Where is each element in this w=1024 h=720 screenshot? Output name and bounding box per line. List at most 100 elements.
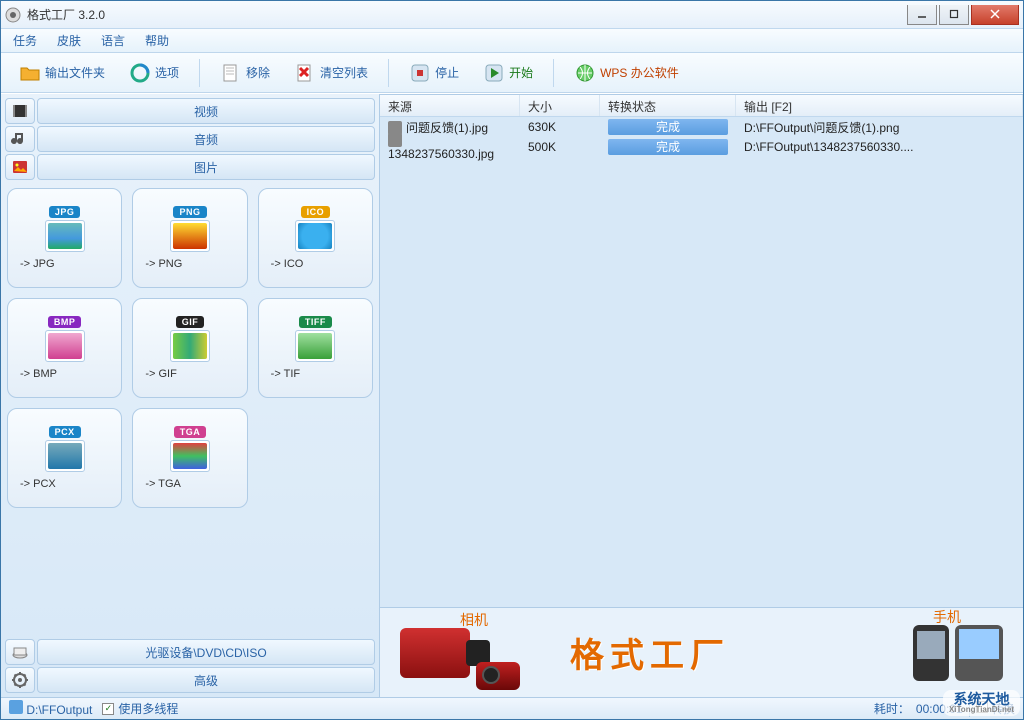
category-advanced[interactable]: 高级 bbox=[37, 667, 375, 693]
format-tile-png[interactable]: PNG -> PNG bbox=[132, 188, 247, 288]
format-label: -> GIF bbox=[137, 368, 242, 380]
format-tile-gif[interactable]: GIF -> GIF bbox=[132, 298, 247, 398]
format-tile-tga[interactable]: TGA -> TGA bbox=[132, 408, 247, 508]
format-tile-bmp[interactable]: BMP-> BMP bbox=[7, 298, 122, 398]
image-category-icon bbox=[5, 154, 35, 180]
cell-output: D:\FFOutput\问题反馈(1).png bbox=[736, 117, 1023, 139]
format-thumb bbox=[170, 330, 210, 362]
toolbar-separator bbox=[199, 59, 200, 87]
banner: 相机 格式工厂 手机 bbox=[380, 607, 1023, 697]
start-button[interactable]: 开始 bbox=[475, 59, 541, 87]
clear-list-button[interactable]: 清空列表 bbox=[286, 59, 376, 87]
file-icon bbox=[388, 133, 402, 147]
menubar: 任务 皮肤 语言 帮助 bbox=[1, 29, 1023, 53]
maximize-button[interactable] bbox=[939, 5, 969, 25]
format-badge: TIFF bbox=[299, 316, 332, 328]
wps-label: WPS 办公软件 bbox=[600, 64, 679, 81]
multithread-checkbox[interactable]: ✓ bbox=[102, 703, 114, 715]
options-button[interactable]: 选项 bbox=[121, 59, 187, 87]
camera-icon bbox=[476, 662, 520, 690]
format-thumb bbox=[170, 220, 210, 252]
format-label: -> ICO bbox=[263, 258, 368, 270]
multithread-label: 使用多线程 bbox=[118, 700, 178, 717]
banner-camera-label: 相机 bbox=[460, 610, 488, 630]
format-thumb bbox=[45, 220, 85, 252]
start-label: 开始 bbox=[509, 64, 533, 81]
folder-icon bbox=[19, 62, 41, 84]
format-tile-pcx[interactable]: PCX-> PCX bbox=[7, 408, 122, 508]
watermark: 系统天地 XiTongTianDi.net bbox=[943, 690, 1020, 716]
table-row[interactable]: 1348237560330.jpg500K完成D:\FFOutput\13482… bbox=[380, 137, 1023, 157]
minimize-button[interactable] bbox=[907, 5, 937, 25]
remove-button[interactable]: 移除 bbox=[212, 59, 278, 87]
format-thumb bbox=[295, 220, 335, 252]
menu-task[interactable]: 任务 bbox=[13, 32, 37, 49]
format-badge: BMP bbox=[48, 316, 82, 328]
format-thumb bbox=[170, 440, 210, 472]
options-label: 选项 bbox=[155, 64, 179, 81]
cell-output: D:\FFOutput\1348237560330.... bbox=[736, 137, 1023, 157]
header-size[interactable]: 大小 bbox=[520, 95, 600, 116]
cell-size: 500K bbox=[520, 137, 600, 157]
format-grid: JPG -> JPG PNG -> PNG ICO -> ICO BMP-> BMP GIF -… bbox=[5, 182, 375, 637]
banner-title: 格式工厂 bbox=[570, 628, 730, 677]
app-icon bbox=[5, 7, 21, 23]
advanced-category-icon bbox=[5, 667, 35, 693]
menu-skin[interactable]: 皮肤 bbox=[57, 32, 81, 49]
output-path[interactable]: D:\FFOutput bbox=[26, 703, 92, 717]
stop-button[interactable]: 停止 bbox=[401, 59, 467, 87]
toolbar: 输出文件夹 选项 移除 清空列表 停止 开始 WPS 办公软件 bbox=[1, 53, 1023, 93]
header-status[interactable]: 转换状态 bbox=[600, 95, 736, 116]
format-badge: PNG bbox=[173, 206, 206, 218]
options-icon bbox=[129, 62, 151, 84]
globe-icon bbox=[574, 62, 596, 84]
format-tile-jpg[interactable]: JPG -> JPG bbox=[7, 188, 122, 288]
category-video[interactable]: 视频 bbox=[37, 98, 375, 124]
menu-help[interactable]: 帮助 bbox=[145, 32, 169, 49]
category-audio[interactable]: 音频 bbox=[37, 126, 375, 152]
camcorder-icon bbox=[400, 628, 470, 678]
header-source[interactable]: 来源 bbox=[380, 95, 520, 116]
wps-button[interactable]: WPS 办公软件 bbox=[566, 59, 687, 87]
category-dvd[interactable]: 光驱设备\DVD\CD\ISO bbox=[37, 639, 375, 665]
format-badge: JPG bbox=[49, 206, 81, 218]
cell-source: 1348237560330.jpg bbox=[388, 147, 494, 161]
category-image[interactable]: 图片 bbox=[37, 154, 375, 180]
status-pill: 完成 bbox=[608, 119, 728, 135]
output-folder-label: 输出文件夹 bbox=[45, 64, 105, 81]
menu-language[interactable]: 语言 bbox=[101, 32, 125, 49]
remove-icon bbox=[220, 62, 242, 84]
clear-list-label: 清空列表 bbox=[320, 64, 368, 81]
format-tile-ico[interactable]: ICO -> ICO bbox=[258, 188, 373, 288]
statusbar: D:\FFOutput ✓ 使用多线程 耗时： 00:00:01 转换 bbox=[1, 697, 1023, 719]
main-area: 视频 音频 图片 JPG-> JPGPNG-> PNGICO-> ICOBMP-… bbox=[1, 93, 1023, 697]
cell-size: 630K bbox=[520, 117, 600, 137]
format-tile-tiff[interactable]: TIFF-> TIF bbox=[258, 298, 373, 398]
output-folder-button[interactable]: 输出文件夹 bbox=[11, 59, 113, 87]
video-category-icon bbox=[5, 98, 35, 124]
stop-icon bbox=[409, 62, 431, 84]
toolbar-separator bbox=[553, 59, 554, 87]
format-thumb bbox=[45, 440, 85, 472]
format-label: -> PCX bbox=[12, 478, 117, 490]
titlebar[interactable]: 格式工厂 3.2.0 bbox=[1, 1, 1023, 29]
format-thumb bbox=[295, 330, 335, 362]
dvd-category-icon bbox=[5, 639, 35, 665]
content-area: 来源 大小 转换状态 输出 [F2] 问题反馈(1).jpg630K完成D:\F… bbox=[379, 94, 1023, 697]
smartphone-icon bbox=[913, 625, 949, 681]
format-label: -> JPG bbox=[12, 258, 117, 270]
header-output[interactable]: 输出 [F2] bbox=[736, 95, 1023, 116]
folder-small-icon bbox=[9, 700, 23, 714]
app-window: 格式工厂 3.2.0 任务 皮肤 语言 帮助 输出文件夹 选项 移除 清空列表 bbox=[0, 0, 1024, 720]
format-badge: GIF bbox=[176, 316, 205, 328]
title-text: 格式工厂 3.2.0 bbox=[27, 6, 907, 23]
format-label: -> TGA bbox=[137, 478, 242, 490]
format-label: -> PNG bbox=[137, 258, 242, 270]
sidebar: 视频 音频 图片 JPG-> JPGPNG-> PNGICO-> ICOBMP-… bbox=[1, 94, 379, 697]
elapsed-label: 耗时： bbox=[874, 700, 910, 717]
close-button[interactable] bbox=[971, 5, 1019, 25]
format-badge: ICO bbox=[301, 206, 331, 218]
format-badge: TGA bbox=[174, 426, 207, 438]
status-pill: 完成 bbox=[608, 139, 728, 155]
list-body[interactable]: 问题反馈(1).jpg630K完成D:\FFOutput\问题反馈(1).png… bbox=[380, 117, 1023, 607]
